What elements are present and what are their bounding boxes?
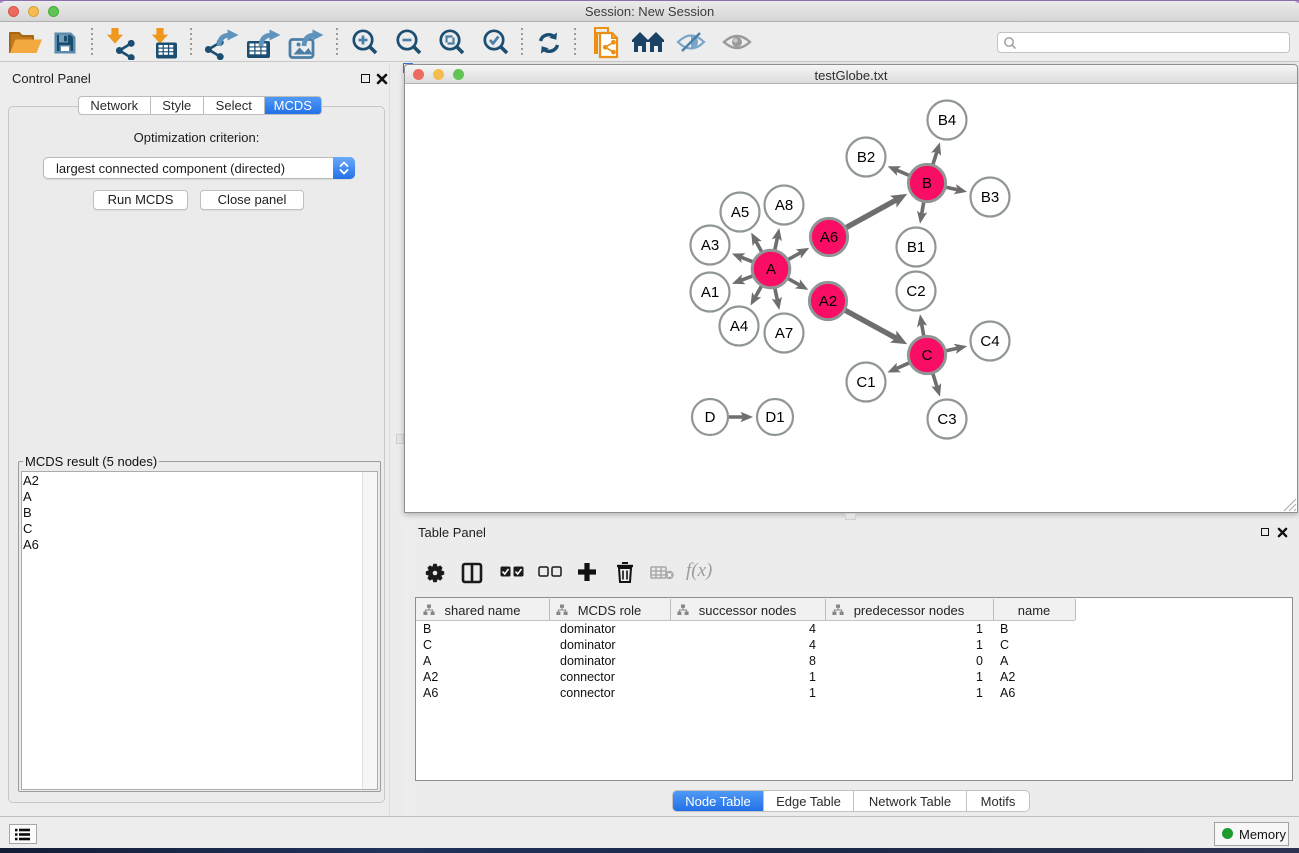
svg-text:A1: A1 bbox=[701, 284, 719, 301]
svg-text:B4: B4 bbox=[938, 112, 956, 129]
svg-text:B3: B3 bbox=[981, 189, 999, 206]
svg-text:A3: A3 bbox=[701, 237, 719, 254]
svg-text:A6: A6 bbox=[820, 229, 838, 246]
svg-text:A5: A5 bbox=[731, 204, 749, 221]
svg-text:A8: A8 bbox=[775, 197, 793, 214]
svg-text:C3: C3 bbox=[937, 411, 956, 428]
svg-text:C: C bbox=[922, 347, 933, 364]
svg-text:B2: B2 bbox=[857, 149, 875, 166]
svg-text:A2: A2 bbox=[819, 293, 837, 310]
svg-text:C4: C4 bbox=[980, 333, 999, 350]
svg-text:C2: C2 bbox=[906, 283, 925, 300]
svg-text:A7: A7 bbox=[775, 325, 793, 342]
svg-text:A: A bbox=[766, 261, 776, 278]
svg-text:A4: A4 bbox=[730, 318, 748, 335]
svg-text:B1: B1 bbox=[907, 239, 925, 256]
svg-text:B: B bbox=[922, 175, 932, 192]
svg-text:D1: D1 bbox=[765, 409, 784, 426]
svg-text:D: D bbox=[705, 409, 716, 426]
svg-text:C1: C1 bbox=[856, 374, 875, 391]
